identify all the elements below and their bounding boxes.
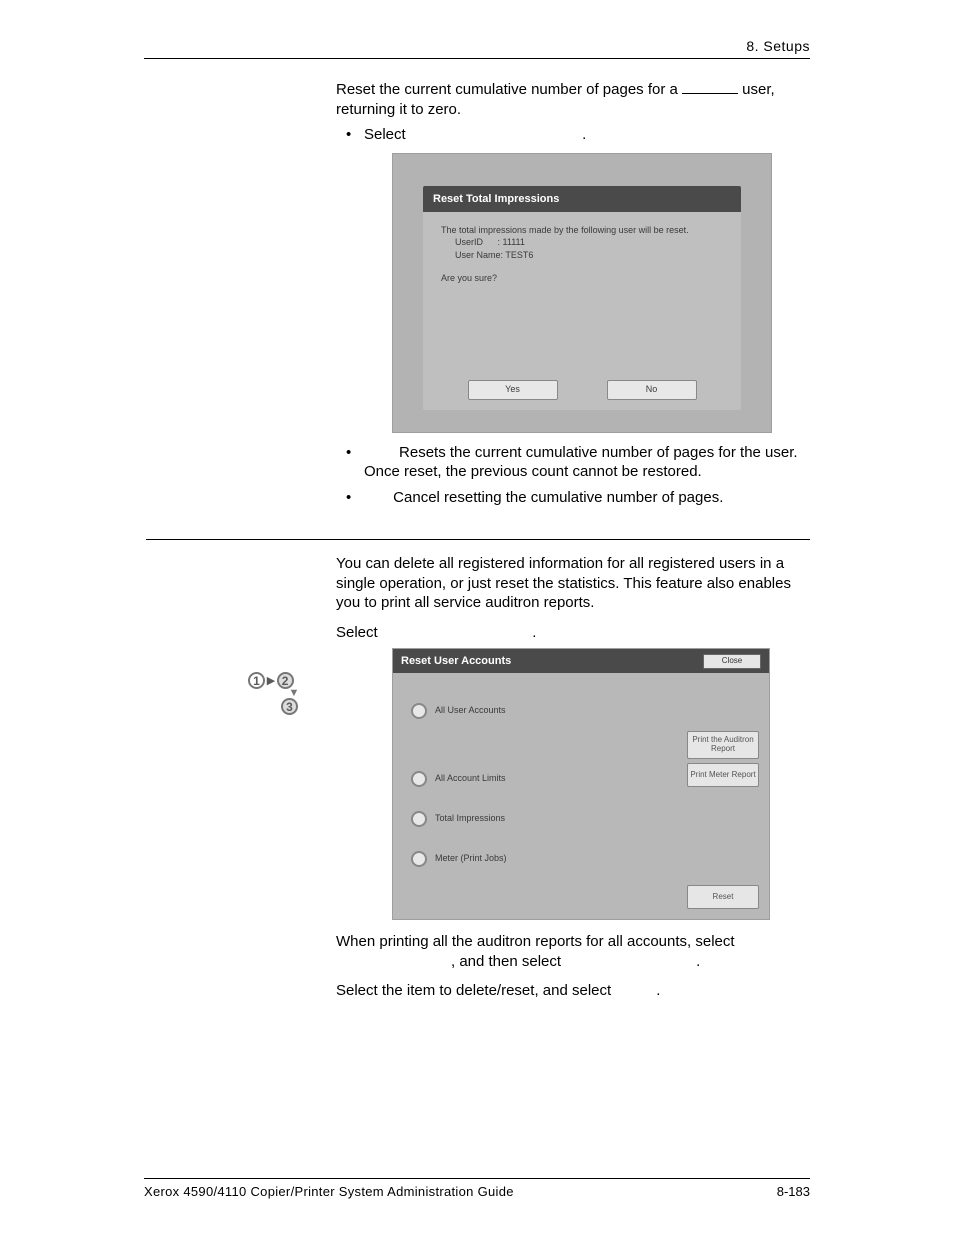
step-select-line: Select Reset User Accounts. [336, 623, 810, 643]
triangle-down-icon: ▼ [248, 689, 304, 698]
text: . [656, 982, 660, 999]
text: Cancel resetting the cumulative number o… [393, 489, 723, 506]
print-reports-paragraph: When printing all the auditron reports f… [336, 932, 810, 971]
dialog-title: Reset Total Impressions [423, 186, 741, 212]
text: Reset the current cumulative number of p… [336, 81, 682, 98]
bullet-select-reset-total: Select Reset Total Impressions. [336, 125, 810, 145]
bold-hidden: Yes: [364, 444, 399, 461]
dialog-text: The total impressions made by the follow… [441, 224, 723, 237]
label-username: User Name: TEST6 [441, 249, 723, 262]
dialog-confirm-text: Are you sure? [441, 272, 723, 285]
text: Select the item to delete/reset, and sel… [336, 982, 615, 999]
bold-hidden: Reset User Accounts [382, 624, 532, 641]
option-all-account-limits[interactable]: All Account Limits [411, 771, 506, 787]
print-meter-report-button[interactable]: Print Meter Report [687, 763, 759, 787]
radio-icon [411, 851, 427, 867]
footer-doc-title: Xerox 4590/4110 Copier/Printer System Ad… [144, 1184, 514, 1199]
text: . [532, 624, 536, 641]
bold-hidden: No: [364, 489, 393, 506]
text: When printing all the auditron reports f… [336, 933, 739, 950]
header-rule [144, 58, 810, 59]
print-auditron-report-button[interactable]: Print the Auditron Report [687, 731, 759, 759]
bold-hidden: Reset [615, 982, 656, 999]
text: Select [336, 624, 382, 641]
yes-button[interactable]: Yes [468, 380, 558, 400]
text: . [696, 953, 700, 970]
value-userid: : 11111 [486, 237, 525, 247]
option-label: All Account Limits [435, 773, 506, 785]
text: . [582, 126, 586, 143]
footer-rule [144, 1178, 810, 1179]
radio-icon [411, 811, 427, 827]
bullet-no-explain: No: Cancel resetting the cumulative numb… [336, 488, 810, 508]
bullet-yes-explain: Yes: Resets the current cumulative numbe… [336, 443, 810, 482]
text: , and then select [451, 953, 565, 970]
step-indicator-icon: 1▸2 ▼ 3 [248, 671, 304, 715]
dialog-title: Reset User Accounts [401, 654, 511, 668]
dialog-reset-total-impressions: Reset Total Impressions The total impres… [392, 153, 772, 433]
reset-user-accounts-intro: You can delete all registered informatio… [336, 554, 810, 613]
section-divider [146, 539, 810, 540]
bold-hidden: Reset Total Impressions [410, 126, 582, 143]
option-label: All User Accounts [435, 705, 506, 717]
section-heading-reset-user-accounts: Reset User Accounts [144, 552, 294, 569]
page-header-section: 8. Setups [746, 38, 810, 54]
blank-field [682, 93, 738, 94]
step-1-circle: 1 [248, 672, 265, 689]
no-button[interactable]: No [607, 380, 697, 400]
radio-icon [411, 703, 427, 719]
text: Resets the current cumulative number of … [364, 444, 798, 481]
label-userid: UserID [455, 237, 483, 247]
option-label: Total Impressions [435, 813, 505, 825]
step-3-circle: 3 [281, 698, 298, 715]
footer-page-number: 8-183 [777, 1184, 810, 1199]
select-item-paragraph: Select the item to delete/reset, and sel… [336, 981, 810, 1001]
radio-icon [411, 771, 427, 787]
reset-button[interactable]: Reset [687, 885, 759, 909]
text: Select [364, 126, 410, 143]
bold-hidden: Print Meter Report [565, 953, 696, 970]
option-label: Meter (Print Jobs) [435, 853, 507, 865]
option-total-impressions[interactable]: Total Impressions [411, 811, 505, 827]
close-button[interactable]: Close [703, 654, 761, 669]
option-meter-print-jobs[interactable]: Meter (Print Jobs) [411, 851, 507, 867]
option-all-user-accounts[interactable]: All User Accounts [411, 703, 506, 719]
triangle-right-icon: ▸ [267, 671, 275, 689]
dialog-reset-user-accounts: Reset User Accounts Close All User Accou… [392, 648, 770, 920]
reset-intro-paragraph: Reset the current cumulative number of p… [336, 80, 810, 119]
